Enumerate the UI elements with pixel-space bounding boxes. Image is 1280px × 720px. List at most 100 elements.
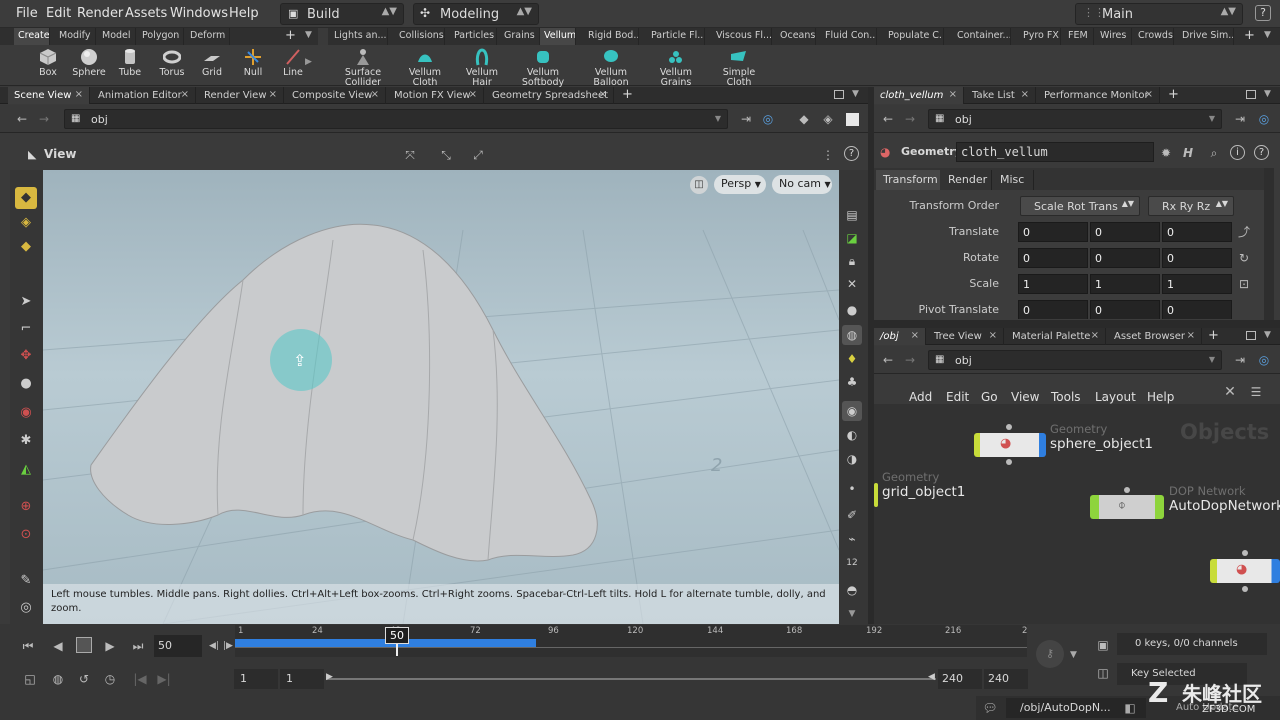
pin-icon[interactable]: ⇥ bbox=[1232, 111, 1248, 127]
graph-icon[interactable]: ◫ bbox=[1095, 665, 1111, 681]
eyedropper-icon[interactable]: ⌁ bbox=[842, 529, 862, 549]
tool-sphere[interactable]: Sphere bbox=[70, 45, 108, 85]
node-output-connector[interactable] bbox=[1006, 459, 1012, 465]
scale-x-field[interactable]: 1 bbox=[1018, 274, 1088, 294]
tab-tree-view[interactable]: Tree View × bbox=[928, 328, 1004, 345]
paint-icon[interactable]: ✎ bbox=[15, 570, 37, 592]
flipbook-icon[interactable]: ◑ bbox=[842, 449, 862, 469]
shelf-tab-viscous[interactable]: Viscous Fl... bbox=[712, 28, 772, 45]
net-menu-view[interactable]: View bbox=[1011, 390, 1039, 404]
shelf-tab-wires[interactable]: Wires bbox=[1096, 28, 1132, 45]
close-icon[interactable]: × bbox=[989, 330, 997, 341]
link-icon[interactable]: ◎ bbox=[1256, 352, 1272, 368]
shelf-tab-rigid[interactable]: Rigid Bod... bbox=[584, 28, 639, 45]
tool-vellum-softbody[interactable]: Vellum Softbody bbox=[520, 45, 566, 88]
camera-menu[interactable]: No cam ▼ bbox=[772, 175, 832, 194]
shading-icon[interactable]: ◈ bbox=[820, 111, 836, 127]
range-end-handle[interactable]: ◀ bbox=[928, 672, 935, 682]
tool-null[interactable]: Null bbox=[236, 45, 270, 85]
tool-tube[interactable]: Tube bbox=[112, 45, 148, 85]
tool-line[interactable]: Line bbox=[278, 45, 308, 85]
shelf-tab-lights[interactable]: Lights an... bbox=[330, 28, 388, 45]
subtab-render[interactable]: Render bbox=[942, 170, 992, 190]
pivot-z-field[interactable]: 0 bbox=[1162, 300, 1232, 319]
chevron-down-icon[interactable]: ▼ bbox=[1264, 30, 1271, 40]
persp-menu[interactable]: Persp ▼ bbox=[714, 175, 766, 194]
tab-animation-editor[interactable]: Animation Editor × bbox=[92, 87, 196, 104]
current-frame-field[interactable]: 50 bbox=[154, 635, 202, 657]
global-anim-icon[interactable]: ◱ bbox=[22, 671, 38, 687]
translate-z-field[interactable]: 0 bbox=[1162, 222, 1232, 242]
shelf-tab-polygon[interactable]: Polygon bbox=[138, 28, 184, 45]
next-key-icon[interactable]: ▶| bbox=[156, 671, 172, 687]
rotation-order-select[interactable]: Rx Ry Rz ▲▼ bbox=[1148, 196, 1234, 216]
template-icon[interactable]: ◪ bbox=[842, 228, 862, 248]
tool-vellum-cloth[interactable]: Vellum Cloth bbox=[396, 45, 454, 88]
help-h-icon[interactable]: H bbox=[1180, 145, 1196, 161]
loop-icon[interactable]: ↺ bbox=[76, 671, 92, 687]
tool-vellum-balloon[interactable]: Vellum Balloon bbox=[588, 45, 634, 88]
start-frame-field[interactable]: 1 bbox=[234, 669, 278, 689]
pivot-x-field[interactable]: 0 bbox=[1018, 300, 1088, 319]
camera-icon[interactable]: ◉ bbox=[842, 401, 862, 421]
background-icon[interactable] bbox=[846, 113, 859, 126]
tool-box[interactable]: Box bbox=[30, 45, 66, 85]
menu-assets[interactable]: Assets bbox=[125, 6, 167, 21]
ghost-icon[interactable]: ✕ bbox=[842, 274, 862, 294]
scale-y-field[interactable]: 1 bbox=[1090, 274, 1160, 294]
node-autodopnetwork[interactable]: ⌽ bbox=[1090, 495, 1164, 519]
close-icon[interactable]: × bbox=[599, 89, 607, 100]
chevron-down-icon[interactable]: ▼ bbox=[842, 604, 862, 624]
tab-composite-view[interactable]: Composite View × bbox=[286, 87, 386, 104]
tab-asset-browser[interactable]: Asset Browser × bbox=[1108, 328, 1202, 345]
play-reverse-icon[interactable]: ◀ bbox=[50, 638, 66, 654]
prev-key-icon[interactable]: |◀ bbox=[132, 671, 148, 687]
chevron-down-icon[interactable]: ▼ bbox=[1070, 650, 1077, 660]
net-menu-go[interactable]: Go bbox=[981, 390, 998, 404]
play-icon[interactable]: ▶ bbox=[102, 638, 118, 654]
close-icon[interactable]: × bbox=[1187, 330, 1195, 341]
tab-render-view[interactable]: Render View × bbox=[198, 87, 284, 104]
jump-start-icon[interactable]: ⏮︎ bbox=[20, 638, 36, 654]
dropdown-icon[interactable]: ◧ bbox=[1122, 700, 1138, 716]
node-sphere-object1[interactable]: ◕ bbox=[974, 433, 1046, 457]
rotate-icon[interactable]: ● bbox=[15, 373, 37, 395]
maximize-icon[interactable] bbox=[1246, 90, 1256, 99]
shelf-tab-oceans[interactable]: Oceans bbox=[776, 28, 816, 45]
measure-icon[interactable]: ◎ bbox=[15, 597, 37, 619]
range-slider[interactable]: ▶ ◀ bbox=[326, 672, 936, 684]
playback-start-field[interactable]: 1 bbox=[280, 669, 324, 689]
add-tab-icon[interactable]: + bbox=[622, 87, 633, 102]
close-icon[interactable]: × bbox=[949, 89, 957, 100]
shelf-tab-fem[interactable]: FEM bbox=[1064, 28, 1094, 45]
tool-surface-collider[interactable]: Surface Collider bbox=[340, 45, 386, 88]
link-icon[interactable]: ◎ bbox=[1256, 111, 1272, 127]
menu-edit[interactable]: Edit bbox=[46, 6, 71, 21]
snap-icon[interactable]: ⊙ bbox=[15, 524, 37, 546]
pivot-y-field[interactable]: 0 bbox=[1090, 300, 1160, 319]
context-combo[interactable]: ✣ Modeling ▲▼ bbox=[413, 3, 539, 25]
pin-icon[interactable]: ⇥ bbox=[1232, 352, 1248, 368]
playback-end-field[interactable]: 240 bbox=[938, 669, 982, 689]
link-icon[interactable]: ◎ bbox=[760, 111, 776, 127]
render-icon[interactable]: ◓ bbox=[842, 580, 862, 600]
select-tool2-icon[interactable]: ⤡ bbox=[438, 147, 454, 163]
node-grid-object1[interactable] bbox=[874, 483, 878, 507]
close-icon[interactable]: × bbox=[269, 89, 277, 100]
select-icon[interactable]: ◆ bbox=[15, 187, 37, 209]
add-tab-icon[interactable]: + bbox=[285, 28, 296, 43]
param-path-field[interactable]: ▦ obj ▼ bbox=[928, 109, 1222, 129]
subtab-misc[interactable]: Misc bbox=[994, 170, 1034, 190]
node-output-connector[interactable] bbox=[1242, 586, 1248, 592]
chevron-down-icon[interactable]: ▼ bbox=[1264, 89, 1271, 99]
end-frame-field[interactable]: 240 bbox=[984, 669, 1028, 689]
node-input-connector[interactable] bbox=[1124, 487, 1130, 493]
select-objects-icon[interactable]: ◈ bbox=[15, 212, 37, 234]
wrench-icon[interactable]: ✕ bbox=[1222, 384, 1238, 400]
shelf-tab-crowds[interactable]: Crowds bbox=[1134, 28, 1174, 45]
net-menu-layout[interactable]: Layout bbox=[1095, 390, 1136, 404]
translate-y-field[interactable]: 0 bbox=[1090, 222, 1160, 242]
tab-take-list[interactable]: Take List × bbox=[966, 87, 1036, 104]
handle-icon[interactable]: ↻ bbox=[1236, 250, 1252, 266]
menu-help[interactable]: Help bbox=[229, 6, 259, 21]
